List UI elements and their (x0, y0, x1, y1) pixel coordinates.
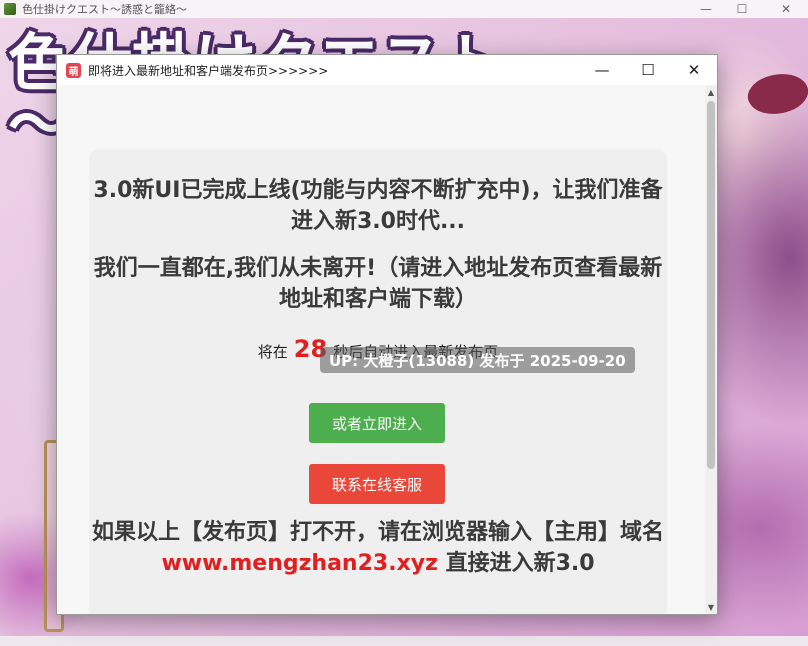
maximize-icon[interactable]: ☐ (722, 0, 762, 18)
uploader-toast: UP: 大橙子(13088) 发布于 2025-09-20 (320, 347, 635, 373)
fallback-note-prefix: 如果以上【发布页】打不开，请在浏览器输入【主用】域名 (91, 520, 664, 545)
dialog-title: 即将进入最新地址和客户端发布页>>>>>> (88, 63, 329, 78)
scroll-down-icon[interactable]: ▼ (705, 600, 717, 614)
fallback-note-suffix: 直接进入新3.0 (445, 551, 595, 576)
minimize-icon[interactable]: — (686, 0, 726, 18)
backup-domain-link[interactable]: www.mengzhan23.xyz (161, 551, 437, 576)
scrollbar-thumb[interactable] (707, 101, 715, 469)
background-status-bar (0, 636, 808, 646)
headline-new-ui: 3.0新UI已完成上线(功能与内容不断扩充中)，让我们准备进入新3.0时代... (93, 178, 663, 234)
dialog-maximize-icon[interactable]: ☐ (625, 55, 671, 85)
enter-now-button[interactable]: 或者立即进入 (309, 403, 445, 443)
character-horn-art (742, 64, 808, 124)
background-window-title: 色仕掛けクエスト～誘惑と籠絡～ (22, 3, 187, 16)
fallback-domain-note: 如果以上【发布页】打不开，请在浏览器输入【主用】域名 www.mengzhan2… (89, 517, 667, 579)
countdown-prefix: 将在 (257, 343, 288, 361)
contact-support-button[interactable]: 联系在线客服 (309, 464, 445, 504)
scroll-up-icon[interactable]: ▲ (705, 85, 717, 99)
game-app-icon (4, 3, 16, 15)
close-icon[interactable]: ✕ (766, 0, 806, 18)
headline-always-here: 我们一直都在,我们从未离开!（请进入地址发布页查看最新地址和客户端下载） (93, 256, 663, 312)
announcement-dialog: 萌 即将进入最新地址和客户端发布页>>>>>> — ☐ ✕ 3.0新UI已完成上… (56, 54, 718, 615)
dialog-titlebar: 萌 即将进入最新地址和客户端发布页>>>>>> — ☐ ✕ (57, 55, 717, 85)
dialog-close-icon[interactable]: ✕ (671, 55, 717, 85)
app-logo-icon: 萌 (66, 62, 81, 78)
dialog-minimize-icon[interactable]: — (579, 55, 625, 85)
announcement-card: 3.0新UI已完成上线(功能与内容不断扩充中)，让我们准备进入新3.0时代...… (89, 149, 667, 614)
dialog-scrollbar[interactable]: ▲ ▼ (705, 85, 717, 614)
background-window-titlebar: 色仕掛けクエスト～誘惑と籠絡～ — ☐ ✕ (0, 0, 808, 18)
